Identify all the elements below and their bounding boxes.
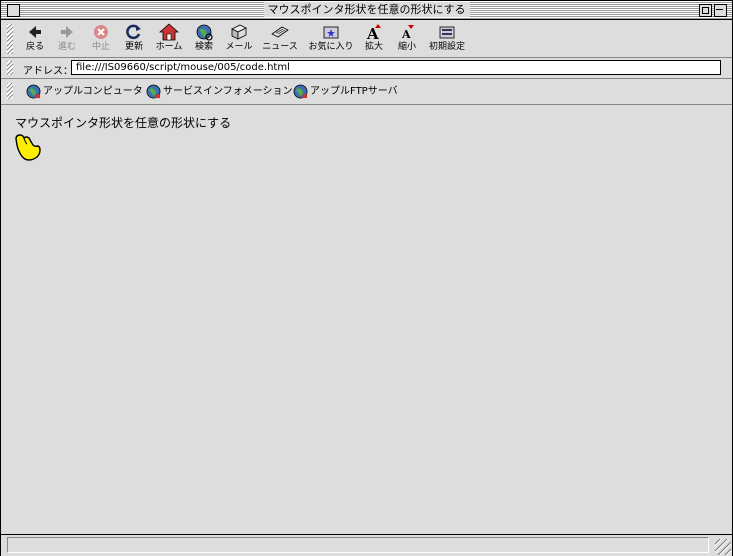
refresh-icon [126, 24, 141, 40]
news-icon [271, 26, 289, 38]
larger-text-button[interactable]: A 拡大 [363, 23, 385, 53]
browser-window: マウスポインタ形状を任意の形状にする 戻る 進む 中止 更新 ホーム 検索 メー… [0, 0, 733, 556]
forward-arrow-icon [61, 26, 73, 38]
back-button[interactable]: 戻る [23, 23, 47, 53]
search-globe-icon [196, 24, 213, 41]
text-larger-icon: A [366, 24, 381, 41]
window-title: マウスポインタ形状を任意の形状にする [263, 2, 470, 17]
preferences-button[interactable]: 初期設定 [428, 23, 466, 53]
text-smaller-icon: A [401, 25, 414, 41]
favorite-link-service-info[interactable]: サービスインフォメーション [146, 83, 293, 100]
hand-cursor-icon [15, 134, 41, 161]
svg-text:A: A [401, 28, 411, 41]
page-text: マウスポインタ形状を任意の形状にする [15, 116, 232, 130]
stop-button[interactable]: 中止 [89, 23, 113, 53]
favorites-bar-grip[interactable] [7, 83, 13, 99]
address-field[interactable]: file:///IS09660/script/mouse/005/code.ht… [71, 60, 721, 75]
mail-icon [231, 24, 247, 40]
mail-button[interactable]: メール [223, 23, 255, 53]
globe-icon [146, 84, 161, 98]
collapse-box[interactable] [714, 4, 727, 17]
refresh-button[interactable]: 更新 [121, 23, 147, 53]
preferences-icon [439, 26, 455, 39]
favorite-link-apple[interactable]: アップルコンピュータ [26, 83, 143, 100]
favorites-bar: アップルコンピュータ サービスインフォメーション アップルFTPサーバ [1, 79, 732, 105]
status-text-area [7, 537, 709, 553]
title-bar[interactable]: マウスポインタ形状を任意の形状にする [1, 1, 732, 20]
back-arrow-icon [29, 26, 41, 38]
globe-icon [26, 84, 41, 98]
home-button[interactable]: ホーム [154, 23, 184, 53]
address-label: アドレス： [23, 66, 73, 77]
news-button[interactable]: ニュース [262, 23, 298, 53]
favorites-button[interactable]: お気に入り [307, 23, 355, 53]
status-bar [1, 534, 732, 556]
resize-grip[interactable] [715, 539, 731, 555]
smaller-text-button[interactable]: A 縮小 [396, 23, 418, 53]
address-bar: アドレス： file:///IS09660/script/mouse/005/c… [1, 58, 732, 79]
zoom-box[interactable] [699, 4, 712, 17]
favorite-link-apple-ftp[interactable]: アップルFTPサーバ [293, 83, 398, 100]
button-toolbar: 戻る 進む 中止 更新 ホーム 検索 メール ニュース お気に入り A 拡大 A… [1, 20, 732, 58]
forward-button[interactable]: 進む [55, 23, 79, 53]
address-bar-grip[interactable] [7, 61, 13, 75]
stop-icon [94, 25, 108, 39]
globe-icon [293, 84, 308, 98]
page-content: マウスポインタ形状を任意の形状にする [1, 105, 732, 533]
favorites-folder-icon [323, 26, 339, 39]
home-icon [159, 23, 179, 41]
toolbar-grip[interactable] [7, 24, 13, 54]
search-button[interactable]: 検索 [192, 23, 216, 53]
close-box[interactable] [7, 4, 20, 17]
